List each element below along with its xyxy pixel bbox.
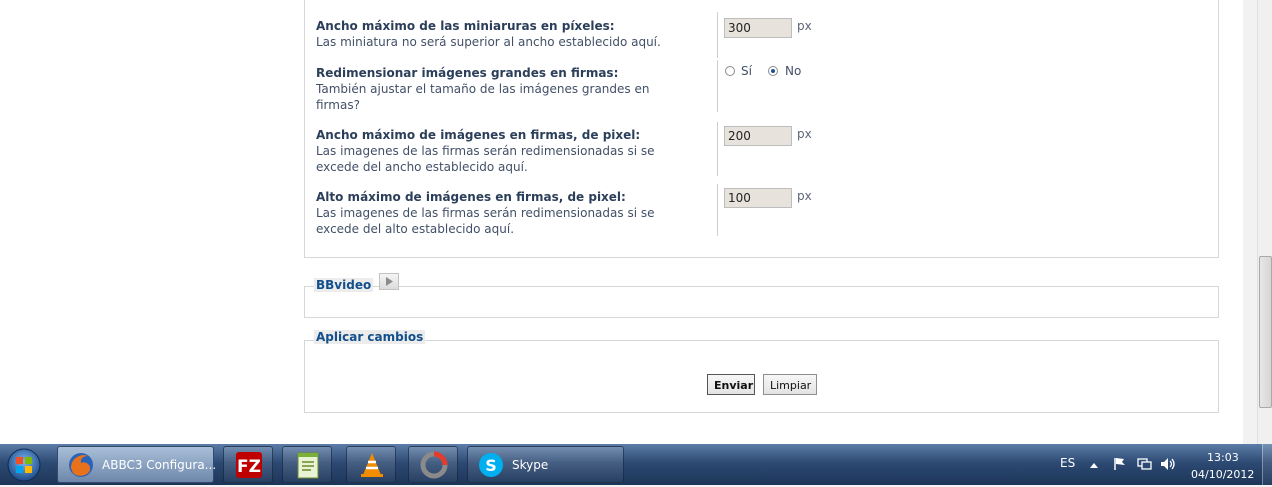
network-icon[interactable] [1136,456,1152,472]
taskbar-item-filezilla[interactable]: FZ [223,446,273,483]
bbvideo-legend: BBvideo [314,278,374,292]
setting-row-signature-width: Ancho máximo de imágenes en firmas, de p… [316,127,686,175]
radio-no[interactable] [768,66,778,76]
filezilla-icon: FZ [236,452,262,478]
clock-time[interactable]: 13:03 [1207,451,1239,464]
taskbar-item-label: ABBC3 Configura... [102,458,217,472]
setting-description: Las imagenes de las firmas serán redimen… [316,144,655,174]
setting-row-resize-signatures: Redimensionar imágenes grandes en firmas… [316,65,696,113]
setting-description: Las imagenes de las firmas serán redimen… [316,206,655,236]
thumb-width-input[interactable] [724,18,792,38]
taskbar-item-skype[interactable]: S Skype [467,446,624,483]
play-icon[interactable] [379,273,399,290]
show-desktop-button[interactable] [1262,444,1272,485]
radio-yes-label: Sí [741,64,752,78]
svg-text:FZ: FZ [237,457,261,477]
submit-button[interactable]: Enviar [707,374,755,395]
firefox-icon [69,453,93,477]
signature-width-input[interactable] [724,126,792,146]
start-button[interactable] [2,447,46,483]
browser-page: Ancho máximo de las miniaruras en píxele… [0,0,1243,444]
windows-logo-icon [7,448,41,482]
apply-changes-legend: Aplicar cambios [314,330,426,344]
reset-button[interactable]: Limpiar [763,374,817,395]
svg-text:S: S [485,456,497,475]
show-hidden-icons-icon[interactable] [1089,461,1099,469]
setting-title: Redimensionar imágenes grandes en firmas… [316,66,619,80]
unit-label: px [797,19,812,33]
setting-description: Las miniatura no será superior al ancho … [316,35,661,49]
row-divider [717,122,718,176]
skype-icon: S [479,453,503,477]
action-center-flag-icon[interactable] [1112,456,1128,472]
row-divider [717,184,718,236]
taskbar-item-firefox[interactable]: ABBC3 Configura... [57,446,217,483]
setting-title: Ancho máximo de las miniaruras en píxele… [316,19,615,33]
notepadpp-icon [297,452,319,479]
ccleaner-icon [420,451,448,479]
taskbar-item-label: Skype [512,458,549,472]
taskbar-item-notepadpp[interactable] [282,446,332,483]
setting-row-thumb-width: Ancho máximo de las miniaruras en píxele… [316,18,706,50]
apply-changes-fieldset [304,340,1219,413]
unit-label: px [797,127,812,141]
radio-yes[interactable] [725,66,735,76]
row-divider [717,12,718,58]
row-divider [717,60,718,112]
setting-row-signature-height: Alto máximo de imágenes en firmas, de pi… [316,189,686,237]
setting-title: Ancho máximo de imágenes en firmas, de p… [316,128,641,142]
vlc-icon [361,453,383,477]
clock-date[interactable]: 04/10/2012 [1191,468,1254,481]
volume-icon[interactable] [1159,456,1177,472]
bbvideo-fieldset [304,286,1219,318]
setting-title: Alto máximo de imágenes en firmas, de pi… [316,190,626,204]
unit-label: px [797,189,812,203]
radio-no-label: No [785,64,802,78]
setting-description: También ajustar el tamaño de las imágene… [316,82,650,112]
taskbar-item-ccleaner[interactable] [408,446,458,483]
scrollbar-thumb[interactable] [1259,256,1272,408]
taskbar-item-vlc[interactable] [346,446,396,483]
language-indicator[interactable]: ES [1060,456,1075,470]
signature-height-input[interactable] [724,188,792,208]
